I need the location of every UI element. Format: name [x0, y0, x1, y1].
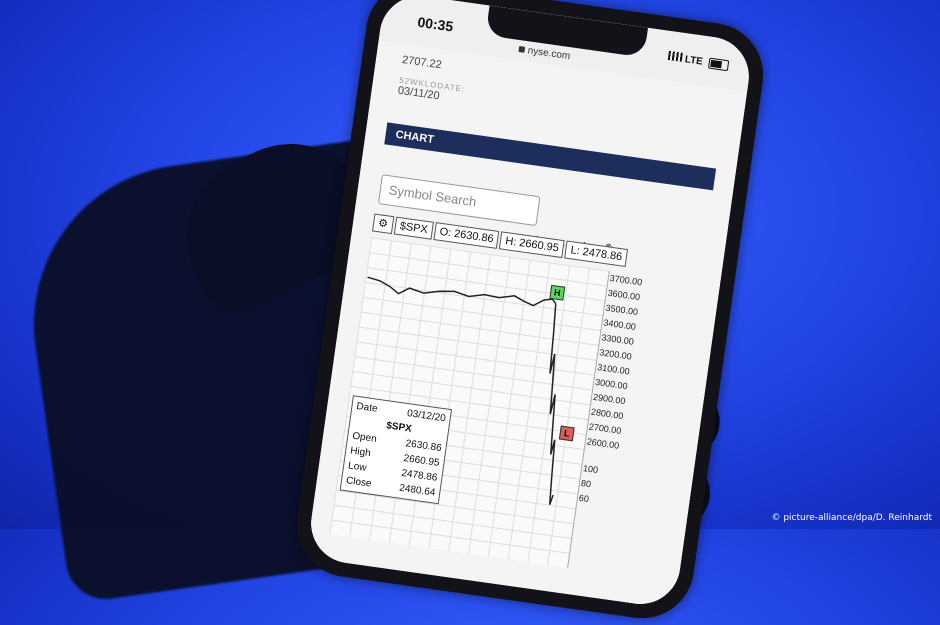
lock-icon: [518, 46, 526, 53]
ohlc-open: O: 2630.86: [433, 222, 500, 249]
tooltip-date-label: Date: [355, 400, 379, 415]
volume-tick: 60: [578, 492, 590, 505]
tooltip-label: Close: [345, 475, 373, 490]
url-bar[interactable]: nyse.com: [518, 44, 571, 62]
signal-indicator: LTE: [667, 50, 704, 68]
y-tick: 2600.00: [586, 436, 620, 451]
gear-icon[interactable]: ⚙: [372, 213, 395, 235]
photo-credit: © picture-alliance/dpa/D. Reinhardt: [771, 513, 932, 523]
battery-icon: [707, 57, 730, 72]
smartphone: 00:35 nyse.com LTE 2707.22 52WKLODATE: 0…: [290, 0, 770, 625]
signal-bars-icon: [667, 50, 683, 62]
ohlc-symbol: $SPX: [393, 216, 434, 240]
phone-screen: 00:35 nyse.com LTE 2707.22 52WKLODATE: 0…: [306, 0, 754, 610]
network-type: LTE: [684, 54, 704, 68]
clock: 00:35: [416, 13, 455, 35]
web-content: 2707.22 52WKLODATE: 03/11/20 CHART Symbo…: [306, 40, 748, 610]
data-tooltip: Date 03/12/20 $SPX Open 2630.86 High 2660.9…: [339, 395, 453, 505]
stock-meta: 2707.22 52WKLODATE: 03/11/20: [397, 54, 469, 106]
meta-value: 2707.22: [401, 53, 443, 72]
chart-section-header: CHART: [384, 122, 717, 191]
low-marker: L: [558, 425, 575, 442]
high-marker: H: [549, 284, 566, 301]
url-text: nyse.com: [526, 45, 571, 63]
